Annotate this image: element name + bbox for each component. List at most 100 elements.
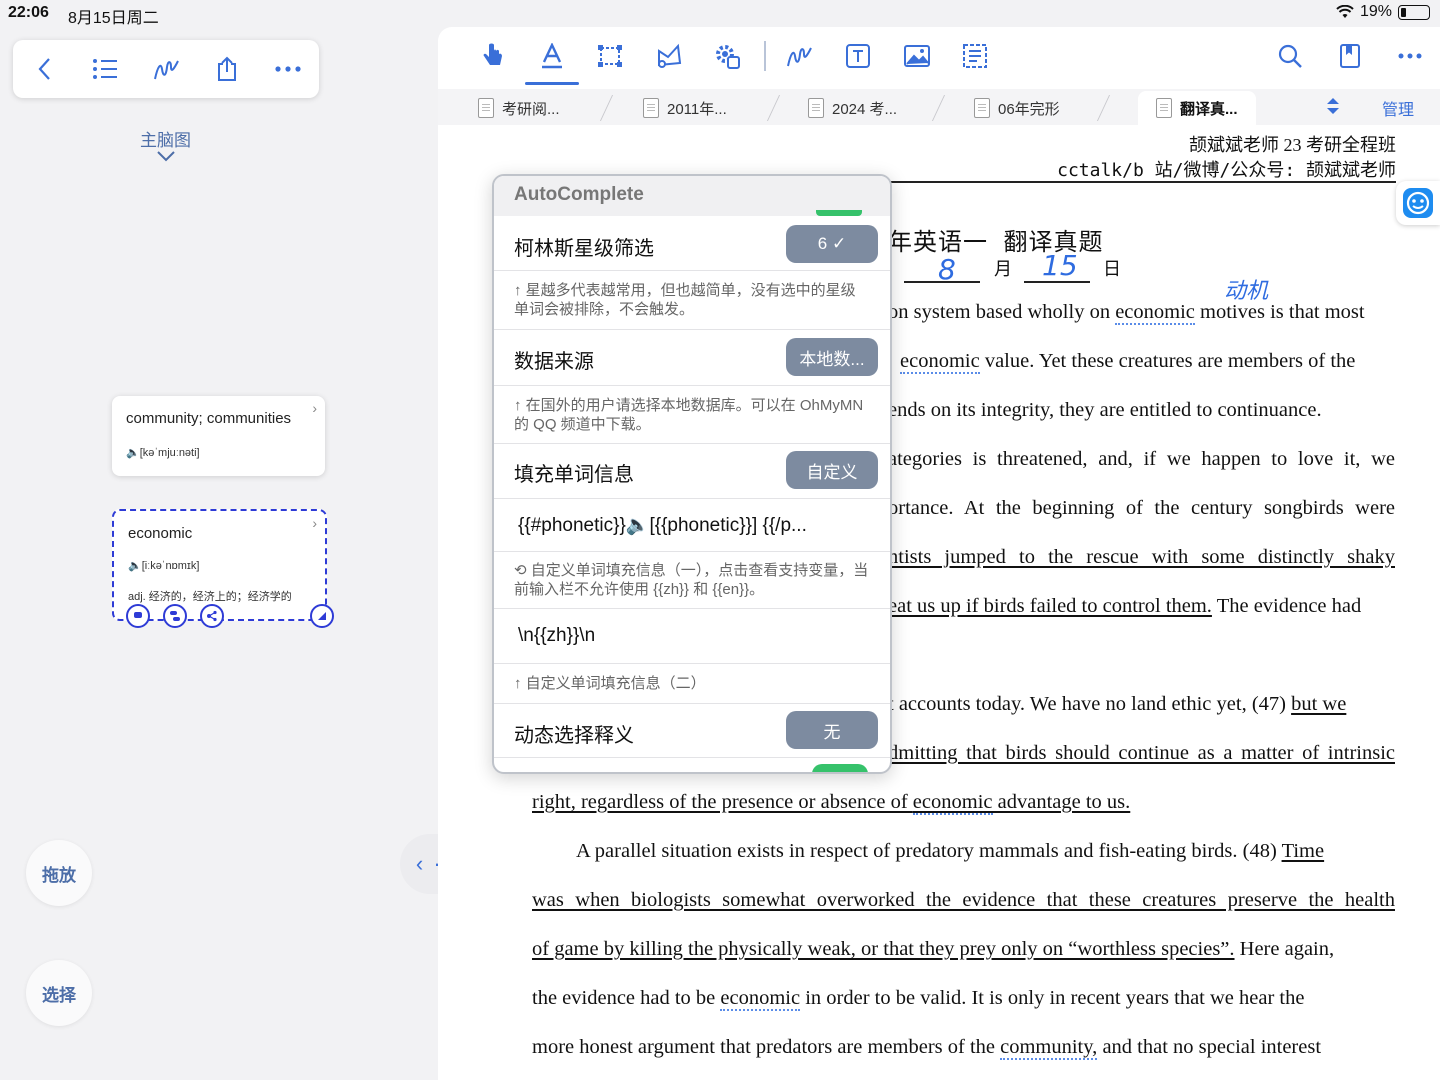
handwritten-month: 8 [938,253,956,286]
bookmark-icon [1340,44,1360,68]
more-icon [1398,53,1422,59]
page-header-line1: 颉斌斌老师 23 考研全程班 [1189,135,1396,155]
tab-document-4[interactable]: 06年完形 [974,91,1060,125]
setting-dynamic-definition: 动态选择释义 无 [494,704,890,758]
chevron-down-icon[interactable] [156,150,176,162]
gear-icon [716,45,740,69]
resize-handle-icon[interactable] [310,604,334,628]
setting-label: 数据来源 [514,351,594,373]
branch-handle-icon[interactable] [200,604,224,628]
status-bar: 22:06 8月15日周二 19% [0,0,1440,27]
hand-tool[interactable] [476,39,510,73]
template-2-input[interactable]: \n{{zh}}\n [518,625,595,647]
text-line: A parallel situation exists in respect o… [576,840,1325,862]
status-date: 8月15日周二 [68,10,159,27]
text-line: ntists jumped to the rescue with some di… [888,546,1395,568]
manage-button[interactable]: 管理 [1382,96,1414,120]
fill-info-select[interactable]: 自定义 [786,451,878,489]
mindmap-card-community[interactable]: community; communities › 🔈[kəˈmjuːnəti] [112,396,325,476]
setting-label: 动态选择释义 [514,725,634,747]
scribble-button[interactable] [146,49,186,89]
tab-document-1[interactable]: 考研阅... [478,91,560,125]
template-1-input[interactable]: {{#phonetic}}🔈[{{phonetic}}] {{/p... [518,513,807,537]
tab-document-2[interactable]: 2011年... [643,91,727,125]
word-link[interactable]: economic [912,791,993,815]
text-line: right, regardless of the presence or abs… [532,791,1131,815]
chevron-right-icon[interactable]: › [312,400,317,416]
battery-icon [1398,4,1430,20]
hint-text: ↑ 星越多代表越常用，但也越简单，没有选中的星级单词会被排除，不会触发。 [514,282,856,318]
word-link[interactable]: economic [720,987,801,1011]
textbox-tool[interactable] [841,39,875,73]
toggle-switch[interactable] [812,764,868,772]
drag-drop-button[interactable]: 拖放 [26,840,92,906]
more-icon [275,66,301,72]
select-button[interactable]: 选择 [26,960,92,1026]
card-handles [126,604,336,630]
settings-tool[interactable] [710,39,744,73]
ocr-tool[interactable] [958,39,992,73]
setting-label: 填充单词信息 [514,464,634,486]
word-link[interactable]: economic [1115,301,1195,325]
text-line: t accounts today. We have no land ethic … [888,693,1347,715]
link-handle-icon[interactable] [163,604,187,628]
textbox-icon [846,44,870,68]
setting-collins-filter: 柯林斯星级筛选 6 ✓ [494,218,890,271]
word-link[interactable]: community, [1000,1036,1098,1060]
mindmap-selector[interactable]: 主脑图 [140,126,191,151]
page-header-line2: cctalk/b 站/微博/公众号: 颉斌斌老师 [1057,160,1396,181]
share-icon [218,56,237,81]
file-icon [643,98,659,118]
file-icon [974,98,990,118]
tab-divider [599,95,614,121]
word-link[interactable]: economic [900,350,980,374]
bookmark-button[interactable] [1333,39,1367,73]
lasso-icon [658,43,682,68]
text-line: economic value. Yet these creatures are … [900,350,1356,374]
assistant-button[interactable] [1396,181,1440,225]
scribble-icon [787,47,812,67]
card-phonetic: 🔈[kəˈmjuːnəti] [126,447,200,459]
text-line: ortance. At the beginning of the century… [888,497,1395,519]
file-icon [1156,98,1172,118]
data-source-select[interactable]: 本地数... [786,338,878,376]
text-line: dmitting that birds should continue as a… [888,742,1395,764]
search-button[interactable] [1273,39,1307,73]
setting-template-2: \n{{zh}}\n [494,609,890,664]
rectangle-select-tool[interactable] [593,39,627,73]
dynamic-definition-select[interactable]: 无 [786,711,878,749]
tab-document-5[interactable]: 翻译真... [1138,91,1256,125]
sort-icon[interactable] [1325,96,1341,116]
lasso-tool[interactable] [652,39,686,73]
tab-label: 2024 考... [832,100,898,118]
more-button[interactable] [268,49,308,89]
image-icon [904,45,930,67]
comment-handle-icon[interactable] [126,604,150,628]
handwriting-tool[interactable] [782,39,816,73]
outline-button[interactable] [85,49,125,89]
tab-divider [766,95,781,121]
tab-label: 06年完形 [998,100,1060,118]
pointer-hand-icon [483,43,502,65]
status-time: 22:06 [8,4,49,21]
setting-hint: ↑ 星越多代表越常用，但也越简单，没有选中的星级单词会被排除，不会触发。 [494,271,890,330]
wifi-icon [1336,5,1354,18]
setting-hint: ↑ 自定义单词填充信息（二） [494,664,890,704]
day-label: 日 [1103,259,1121,279]
text-line: the evidence had to be economic in order… [532,987,1305,1011]
collins-star-select[interactable]: 6 ✓ [786,225,878,263]
chevron-right-icon[interactable]: › [312,515,317,531]
tab-document-3[interactable]: 2024 考... [808,91,897,125]
more-button[interactable] [1393,39,1427,73]
card-definition: adj. 经济的，经济上的；经济学的 [128,591,292,603]
hint-text: ⟲ 自定义单词填充信息（一），点击查看支持变量，当前输入栏不允许使用 {{zh}… [514,562,869,598]
share-button[interactable] [207,49,247,89]
back-button[interactable] [24,49,64,89]
text-highlight-tool[interactable] [525,39,579,85]
card-word: economic [128,525,193,542]
image-tool[interactable] [900,39,934,73]
tab-label: 翻译真... [1180,100,1238,118]
chevron-left-icon [38,58,50,80]
toggle-switch[interactable] [816,210,862,216]
file-icon [808,98,824,118]
